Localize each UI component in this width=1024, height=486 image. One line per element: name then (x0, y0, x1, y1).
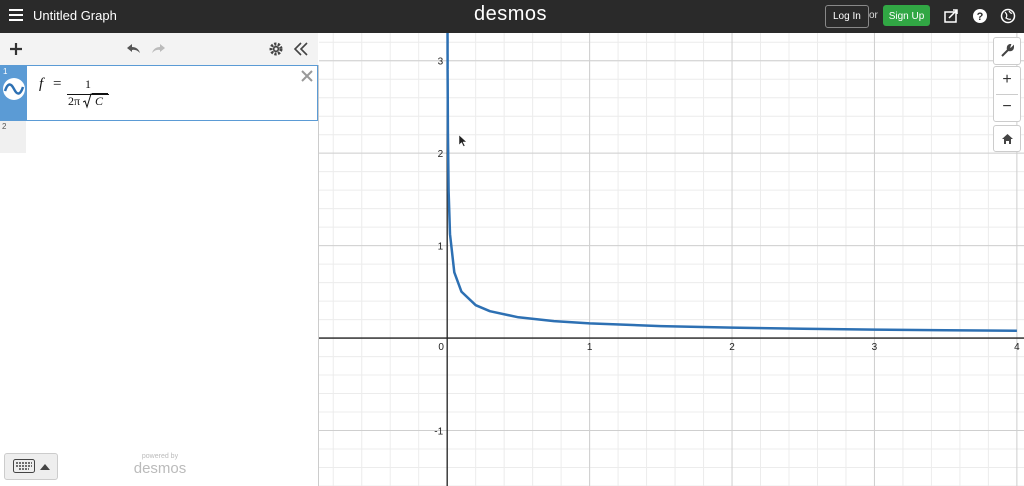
y-tick-label: -1 (434, 427, 443, 438)
y-tick-label: 3 (438, 57, 444, 68)
new-expression-input[interactable] (26, 121, 318, 153)
signup-button[interactable]: Sign Up (883, 5, 930, 26)
sqrt-icon (83, 93, 93, 109)
graph-settings-button[interactable] (993, 37, 1021, 65)
expression-index: 1 (3, 67, 8, 76)
wrench-icon (1001, 44, 1014, 57)
undo-icon[interactable] (124, 40, 142, 58)
formula-denominator-var: C (95, 94, 104, 108)
expression-toolbar (0, 33, 318, 66)
close-icon[interactable] (299, 68, 315, 84)
expression-gutter[interactable]: 1 (1, 66, 27, 120)
expression-gutter-empty[interactable]: 2 (0, 121, 26, 153)
default-viewport-button[interactable] (993, 125, 1021, 152)
zoom-out-button[interactable]: − (994, 98, 1020, 116)
gear-icon[interactable] (267, 40, 285, 58)
formula-numerator: 1 (85, 77, 91, 91)
help-icon[interactable]: ? (972, 8, 988, 24)
y-tick-label: 2 (438, 149, 444, 160)
desmos-logo: desmos (474, 3, 548, 25)
y-tick-label: 1 (438, 242, 444, 253)
svg-text:?: ? (977, 11, 984, 23)
redo-icon[interactable] (150, 40, 168, 58)
x-tick-label: 3 (872, 342, 878, 353)
expression-row[interactable]: 1 f = 1 2π C (0, 65, 318, 121)
graph-svg[interactable]: 0 1 2 3 4 3 2 1 -1 (319, 33, 1024, 486)
globe-icon[interactable] (1000, 8, 1016, 24)
powered-by-brand: desmos (133, 460, 187, 477)
powered-by-desmos[interactable]: powered by desmos (130, 453, 190, 477)
formula-equals: = (53, 76, 62, 92)
keyboard-toggle-button[interactable] (4, 453, 58, 480)
or-label: or (869, 10, 878, 21)
plus-icon[interactable] (7, 40, 25, 58)
top-bar: Untitled Graph desmos Log In or Sign Up … (0, 0, 1024, 33)
x-tick-label: 4 (1014, 342, 1020, 353)
expression-index: 2 (2, 122, 7, 131)
graph-paper[interactable]: 0 1 2 3 4 3 2 1 -1 (319, 33, 1024, 486)
menu-icon[interactable] (9, 9, 23, 23)
wave-icon[interactable] (2, 77, 26, 101)
mouse-cursor-icon (459, 135, 467, 147)
collapse-icon[interactable] (292, 40, 310, 58)
zoom-in-button[interactable]: + (994, 71, 1020, 89)
x-tick-label: 2 (729, 342, 735, 353)
zoom-controls: + − (993, 66, 1021, 122)
expression-list: 1 f = 1 2π C 2 (0, 65, 319, 486)
x-tick-label: 1 (587, 342, 593, 353)
formula-lhs[interactable]: f (39, 76, 43, 93)
share-icon[interactable] (943, 8, 959, 24)
login-button[interactable]: Log In (825, 5, 869, 28)
caret-up-icon (40, 464, 50, 470)
home-icon (1002, 134, 1013, 144)
graph-title[interactable]: Untitled Graph (33, 8, 117, 23)
keyboard-icon (13, 459, 35, 473)
x-tick-label: 0 (438, 342, 444, 353)
formula-denominator-coef: 2π (68, 94, 81, 108)
